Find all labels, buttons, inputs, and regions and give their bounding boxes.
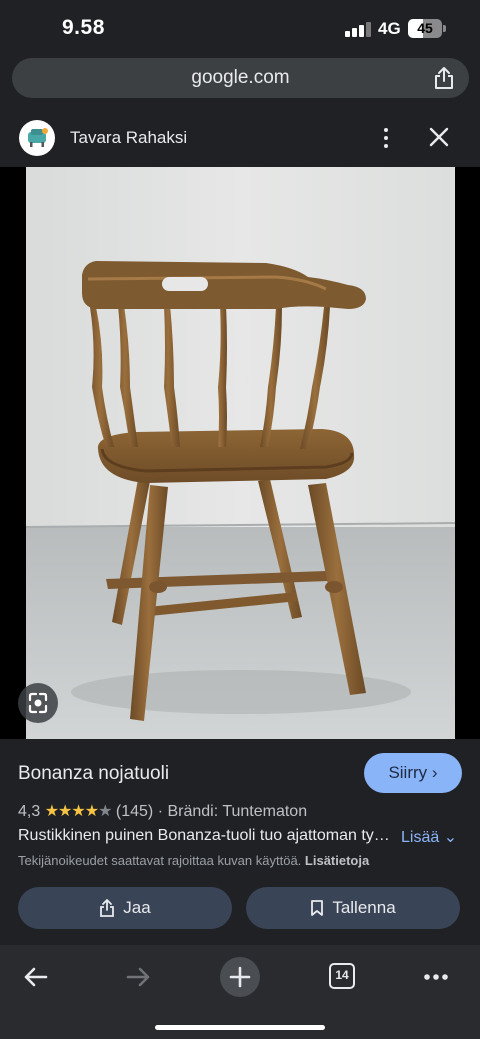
share-button[interactable]: Jaa xyxy=(18,887,232,929)
review-count: (145) xyxy=(115,803,154,820)
bookmark-icon xyxy=(311,900,324,916)
visit-button[interactable]: Siirry › xyxy=(364,753,462,793)
battery-percent: 45 xyxy=(417,20,433,36)
url-text[interactable]: google.com xyxy=(12,67,469,89)
product-title[interactable]: Bonanza nojatuoli xyxy=(18,763,169,785)
save-button-label: Tallenna xyxy=(332,898,396,917)
action-buttons: Jaa Tallenna xyxy=(18,887,462,929)
browser-toolbar: 14 xyxy=(0,945,480,1039)
save-button[interactable]: Tallenna xyxy=(246,887,460,929)
lens-search-button[interactable] xyxy=(18,683,58,723)
rating-value: 4,3 xyxy=(18,803,41,820)
tab-switcher-button[interactable]: 14 xyxy=(329,963,355,989)
image-detail-panel: Tavara Rahaksi Bonanza nojatuoli Siirry … xyxy=(0,108,480,945)
plus-icon xyxy=(229,966,251,988)
forward-arrow-icon[interactable] xyxy=(118,957,158,997)
share-icon xyxy=(100,899,115,917)
chair-photo[interactable] xyxy=(26,167,455,739)
new-tab-button[interactable] xyxy=(220,957,260,997)
copyright-notice: Tekijänoikeudet saattavat rajoittaa kuva… xyxy=(18,853,369,868)
rating-row: 4,3 ★★★★★ (145) · Brändi: Tuntematon xyxy=(18,801,307,821)
lens-icon xyxy=(28,692,48,714)
more-link-label: Lisää xyxy=(401,829,440,846)
product-description: Rustikkinen puinen Bonanza-tuoli tuo aja… xyxy=(18,827,394,844)
source-header: Tavara Rahaksi xyxy=(0,108,480,167)
status-bar: 9.58 4G 45 xyxy=(0,0,480,56)
image-viewer[interactable] xyxy=(0,167,480,739)
product-info: Bonanza nojatuoli Siirry › 4,3 ★★★★★ (14… xyxy=(0,739,480,945)
more-menu-icon[interactable] xyxy=(416,957,456,997)
more-options-icon[interactable] xyxy=(376,124,396,152)
home-indicator xyxy=(155,1025,325,1030)
star-rating-icon: ★★★★★ xyxy=(44,803,113,820)
more-link[interactable]: Lisää ⌄ xyxy=(401,827,457,847)
share-button-label: Jaa xyxy=(123,898,151,917)
battery-icon: 45 xyxy=(408,19,442,38)
details-link[interactable]: Lisätietoja xyxy=(305,853,369,868)
back-arrow-icon[interactable] xyxy=(16,957,56,997)
address-bar[interactable]: google.com xyxy=(12,58,469,98)
status-time: 9.58 xyxy=(62,16,105,39)
network-type: 4G xyxy=(378,19,401,38)
site-favicon-icon[interactable] xyxy=(19,120,55,156)
battery-nub xyxy=(443,25,446,32)
copyright-text: Tekijänoikeudet saattavat rajoittaa kuva… xyxy=(18,853,302,868)
chevron-right-icon: › xyxy=(431,763,438,782)
brand-text: · Brändi: Tuntematon xyxy=(157,803,308,820)
signal-icon xyxy=(345,21,371,37)
close-icon[interactable] xyxy=(426,124,452,150)
share-icon[interactable] xyxy=(433,66,455,90)
chevron-down-icon: ⌄ xyxy=(443,829,458,846)
visit-button-label: Siirry xyxy=(388,763,428,782)
source-name[interactable]: Tavara Rahaksi xyxy=(70,128,187,148)
